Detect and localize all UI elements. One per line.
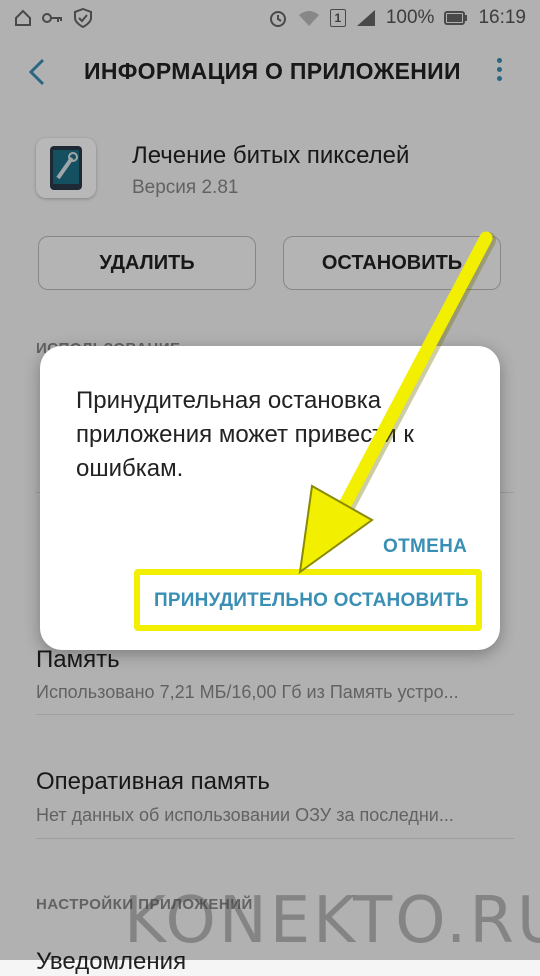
cancel-button[interactable]: ОТМЕНА: [383, 536, 467, 558]
highlight-box: [134, 569, 482, 631]
dialog-message: Принудительная остановка приложения може…: [76, 387, 414, 482]
watermark: KONEKTO.RU: [124, 884, 540, 958]
